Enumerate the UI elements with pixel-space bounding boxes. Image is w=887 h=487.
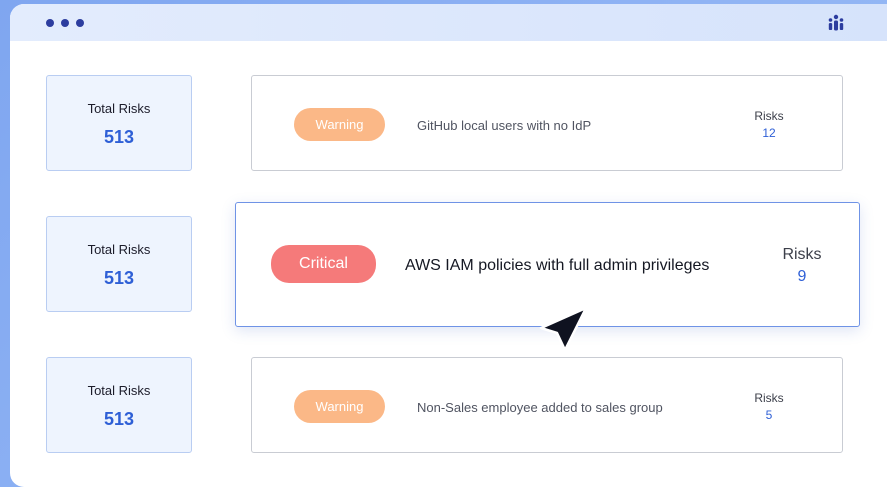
- app-window: Total Risks 513 Warning GitHub local use…: [10, 4, 887, 487]
- total-risks-value: 513: [103, 268, 135, 288]
- mouse-pointer-icon: [539, 306, 587, 352]
- total-risks-label: Total Risks: [87, 383, 151, 398]
- total-risks-label: Total Risks: [87, 101, 151, 116]
- severity-badge-warning: Warning: [294, 390, 385, 423]
- total-risks-label: Total Risks: [87, 242, 151, 257]
- severity-badge-critical: Critical: [271, 245, 376, 283]
- risk-description: AWS IAM policies with full admin privile…: [405, 257, 710, 274]
- total-risks-value: 513: [103, 409, 135, 429]
- window-titlebar: [10, 4, 887, 41]
- risk-count-label: Risks: [754, 391, 784, 405]
- window-control-dot[interactable]: [76, 19, 84, 27]
- total-risks-card: Total Risks 513: [46, 357, 192, 453]
- risk-card[interactable]: Warning GitHub local users with no IdP R…: [251, 75, 843, 171]
- risk-count-label: Risks: [782, 246, 822, 263]
- risk-description: Non-Sales employee added to sales group: [417, 400, 663, 415]
- total-risks-card: Total Risks 513: [46, 75, 192, 171]
- severity-badge-warning: Warning: [294, 108, 385, 141]
- risk-count: 12: [762, 126, 776, 140]
- window-control-dot[interactable]: [61, 19, 69, 27]
- risk-count-label: Risks: [754, 109, 784, 123]
- people-group-icon: [828, 14, 844, 31]
- risk-count: 5: [765, 408, 773, 422]
- window-control-dot[interactable]: [46, 19, 54, 27]
- risk-count: 9: [797, 268, 807, 285]
- risk-description: GitHub local users with no IdP: [417, 118, 592, 133]
- risk-card[interactable]: Warning Non-Sales employee added to sale…: [251, 357, 843, 453]
- total-risks-value: 513: [103, 127, 135, 147]
- total-risks-card: Total Risks 513: [46, 216, 192, 312]
